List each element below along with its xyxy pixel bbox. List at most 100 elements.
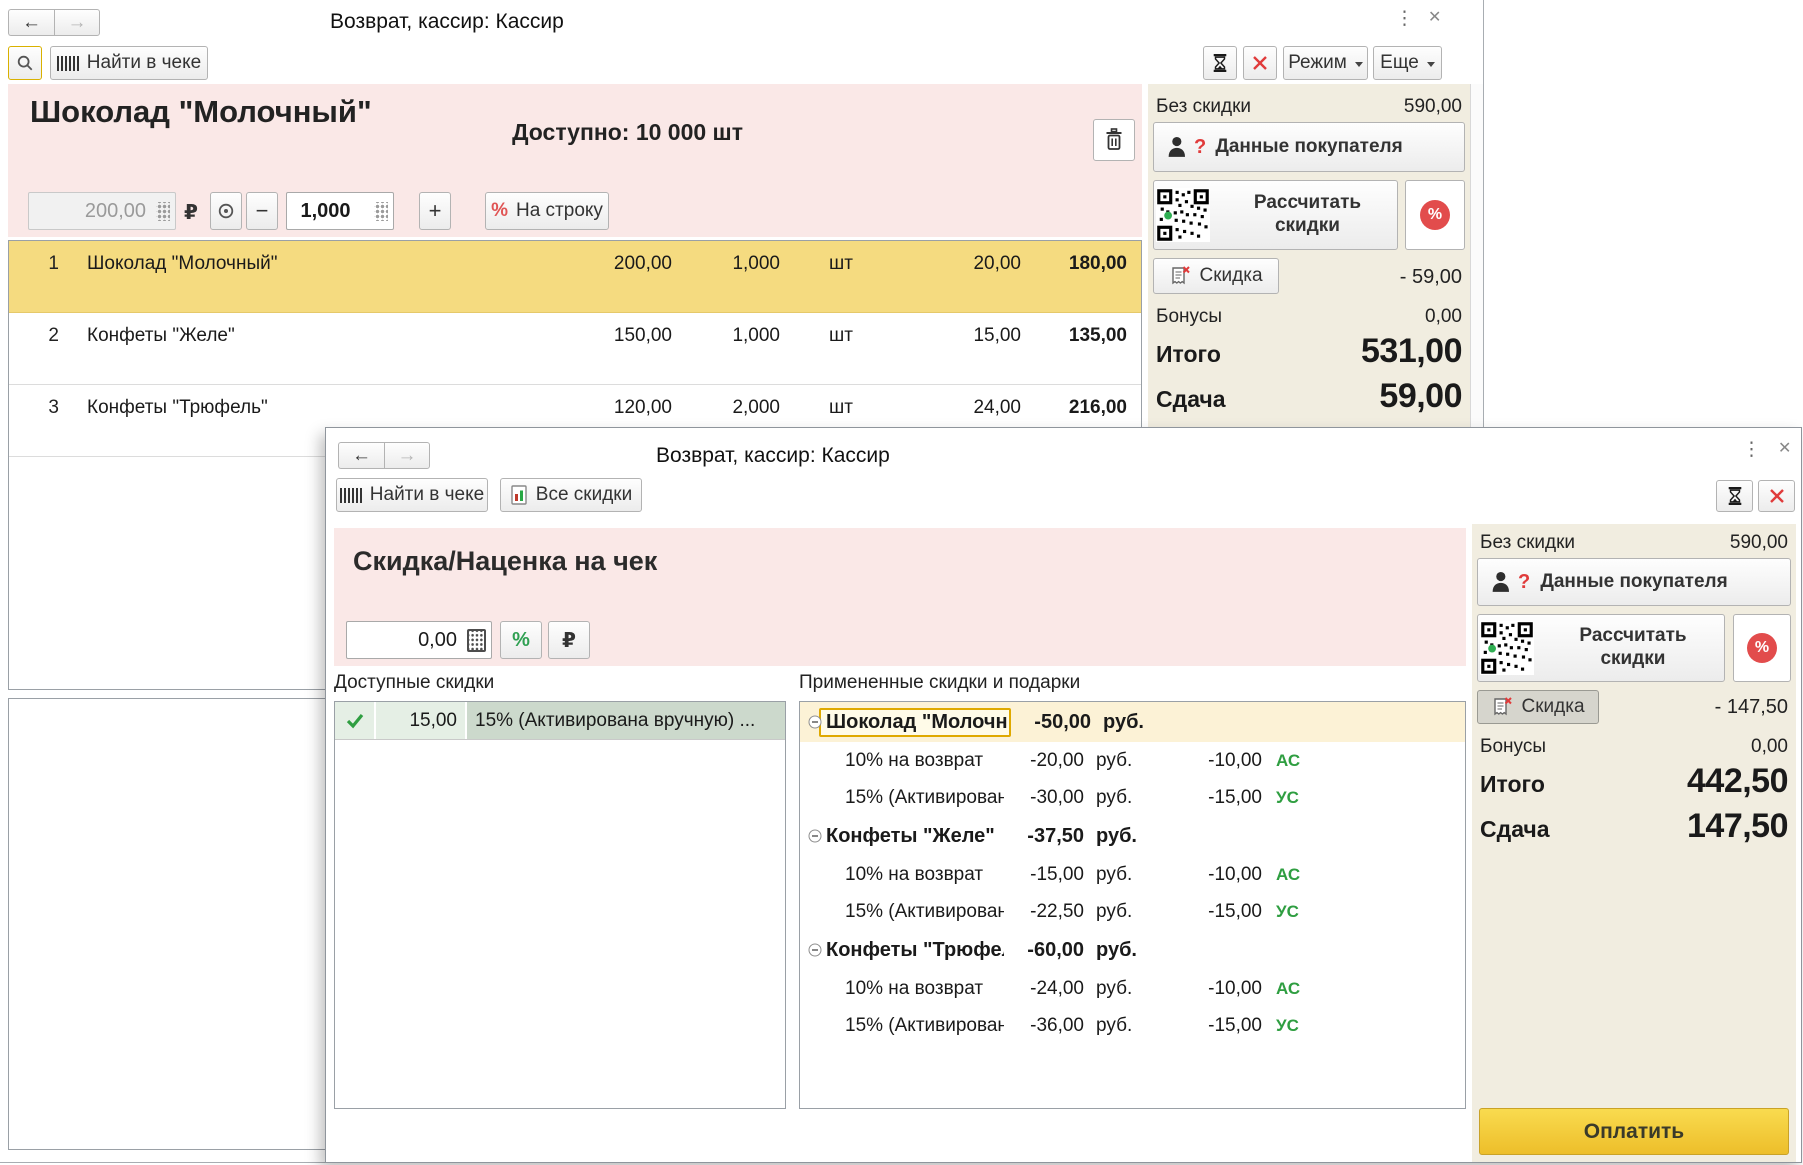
change-value: 147,50 [1687, 807, 1789, 845]
applied-item-row[interactable]: 10% на возврат -15,00 руб. -10,00 АС [800, 856, 1465, 893]
applied-item-row[interactable]: 10% на возврат -24,00 руб. -10,00 АС [800, 970, 1465, 1007]
question-icon: ? [1518, 570, 1531, 593]
row-unit: шт [829, 325, 853, 346]
price-input[interactable]: 200,00 [28, 192, 176, 230]
applied-item-row[interactable]: 10% на возврат -20,00 руб. -10,00 АС [800, 742, 1465, 779]
item-percent: -15,00 [1208, 900, 1262, 922]
customer-data-button[interactable]: ? Данные покупателя [1153, 122, 1465, 172]
applied-item-row[interactable]: 15% (Активирована в... -36,00 руб. -15,0… [800, 1007, 1465, 1044]
group-name[interactable]: Шоколад "Молочный" [819, 707, 1011, 737]
calc-discounts-button[interactable]: Рассчитать скидки [1153, 180, 1398, 250]
keypad-icon[interactable] [156, 201, 170, 221]
back-button[interactable]: ← [8, 9, 54, 36]
discount-percent-cell[interactable]: 15,00 [376, 702, 467, 739]
qty-plus-button[interactable]: + [419, 192, 451, 230]
menu-dots-icon[interactable]: ⋮ [1742, 440, 1761, 459]
no-discount-label: Без скидки [1480, 532, 1576, 553]
qty-minus-button[interactable]: − [246, 192, 278, 230]
forward-button[interactable]: → [384, 442, 430, 469]
applied-group-row[interactable]: Конфеты "Желе" -37,50 руб. [800, 816, 1465, 856]
available-discount-row[interactable]: 15,00 15% (Активирована вручную) ... [335, 702, 785, 740]
discount-amount-input[interactable]: 0,00 [346, 621, 492, 659]
qty-input[interactable]: 1,000 [286, 192, 394, 230]
green-percent-icon: % [512, 628, 530, 651]
hourglass-icon [1728, 487, 1741, 505]
mode-button[interactable]: Режим [1283, 46, 1368, 80]
row-total: 135,00 [1068, 325, 1127, 346]
item-unit: руб. [1096, 1014, 1133, 1036]
cancel-button[interactable] [1243, 46, 1277, 80]
checkmark-cell[interactable] [335, 702, 376, 739]
status-badge: АС [1276, 978, 1301, 998]
calc-discounts-button[interactable]: Рассчитать скидки [1477, 614, 1725, 682]
discount-name-cell[interactable]: 15% (Активирована вручную) ... [467, 702, 785, 739]
calculator-icon[interactable] [467, 628, 486, 652]
percent-circle-icon: % [1747, 633, 1777, 663]
forward-icon: → [67, 11, 87, 33]
find-in-receipt-label: Найти в чеке [369, 484, 485, 505]
chevron-down-icon [1354, 62, 1363, 67]
item-percent: -15,00 [1208, 786, 1262, 808]
item-amount: -24,00 [1030, 977, 1084, 999]
row-name: Шоколад "Молочный" [87, 253, 278, 274]
discount-amount-value: 0,00 [418, 628, 457, 651]
menu-dots-icon[interactable]: ⋮ [1395, 9, 1414, 28]
percent-circle-icon: % [1420, 200, 1450, 230]
person-icon [1492, 571, 1509, 592]
collapse-icon[interactable] [808, 715, 822, 729]
no-discount-value: 590,00 [1403, 96, 1462, 117]
applied-group-row[interactable]: Шоколад "Молочный" -50,00 руб. [800, 702, 1465, 742]
table-row[interactable]: 2 Конфеты "Желе" 150,00 1,000 шт 15,00 1… [9, 313, 1141, 385]
manual-discount-button[interactable]: % [1405, 180, 1465, 250]
bonus-label: Бонусы [1156, 306, 1222, 327]
pay-button[interactable]: Оплатить [1479, 1108, 1789, 1155]
pay-label: Оплатить [1583, 1119, 1685, 1143]
collapse-icon[interactable] [808, 943, 822, 957]
item-name: 15% (Активирована в... [845, 1014, 1004, 1036]
qr-code-icon [1480, 621, 1534, 675]
item-amount: -36,00 [1030, 1014, 1084, 1036]
ruble-sign: ₽ [184, 202, 198, 224]
applied-group-row[interactable]: Конфеты "Трюфель" -60,00 руб. [800, 930, 1465, 970]
item-name: 10% на возврат [845, 749, 984, 771]
available-discounts-list: 15,00 15% (Активирована вручную) ... [334, 701, 786, 1109]
row-discount: 20,00 [973, 253, 1021, 274]
customer-data-button[interactable]: ? Данные покупателя [1477, 558, 1791, 606]
question-icon: ? [1194, 135, 1207, 158]
hourglass-button[interactable] [1203, 46, 1237, 80]
all-discounts-label: Все скидки [535, 484, 633, 505]
close-icon[interactable]: ✕ [1778, 441, 1791, 457]
applied-item-row[interactable]: 15% (Активирована в... -22,50 руб. -15,0… [800, 893, 1465, 930]
keypad-icon[interactable] [374, 201, 388, 221]
percent-mode-button[interactable]: % [500, 621, 542, 659]
item-name: 15% (Активирована в... [845, 900, 1004, 922]
table-row[interactable]: 1 Шоколад "Молочный" 200,00 1,000 шт 20,… [9, 241, 1141, 313]
scrollbar[interactable] [1470, 84, 1483, 428]
all-discounts-button[interactable]: Все скидки [500, 478, 642, 512]
back-button[interactable]: ← [338, 442, 384, 469]
line-discount-button[interactable]: % На строку [485, 192, 609, 230]
find-in-receipt-button[interactable]: Найти в чеке [50, 46, 208, 80]
manual-discount-button[interactable]: % [1733, 614, 1791, 682]
ruble-mode-button[interactable]: ₽ [548, 621, 590, 659]
collapse-icon[interactable] [808, 829, 822, 843]
find-in-receipt-button[interactable]: Найти в чеке [336, 478, 488, 512]
group-name[interactable]: Конфеты "Трюфель" [826, 939, 1004, 962]
visibility-button[interactable] [210, 192, 242, 230]
discount-header-title: Скидка/Наценка на чек [353, 546, 658, 576]
bonus-label: Бонусы [1480, 736, 1546, 757]
total-label: Итого [1156, 341, 1221, 367]
forward-button[interactable]: → [54, 9, 100, 36]
more-button[interactable]: Еще [1373, 46, 1442, 80]
delete-line-button[interactable] [1093, 119, 1135, 161]
row-price: 150,00 [613, 325, 672, 346]
cancel-button[interactable] [1758, 480, 1795, 512]
search-button[interactable] [8, 46, 42, 80]
change-value: 59,00 [1379, 377, 1462, 415]
applied-item-row[interactable]: 15% (Активирована в... -30,00 руб. -15,0… [800, 779, 1465, 816]
row-discount: 24,00 [973, 397, 1021, 418]
group-name[interactable]: Конфеты "Желе" [826, 825, 1004, 848]
close-icon[interactable]: ✕ [1428, 10, 1441, 26]
item-name: 15% (Активирована в... [845, 786, 1004, 808]
hourglass-button[interactable] [1716, 480, 1753, 512]
